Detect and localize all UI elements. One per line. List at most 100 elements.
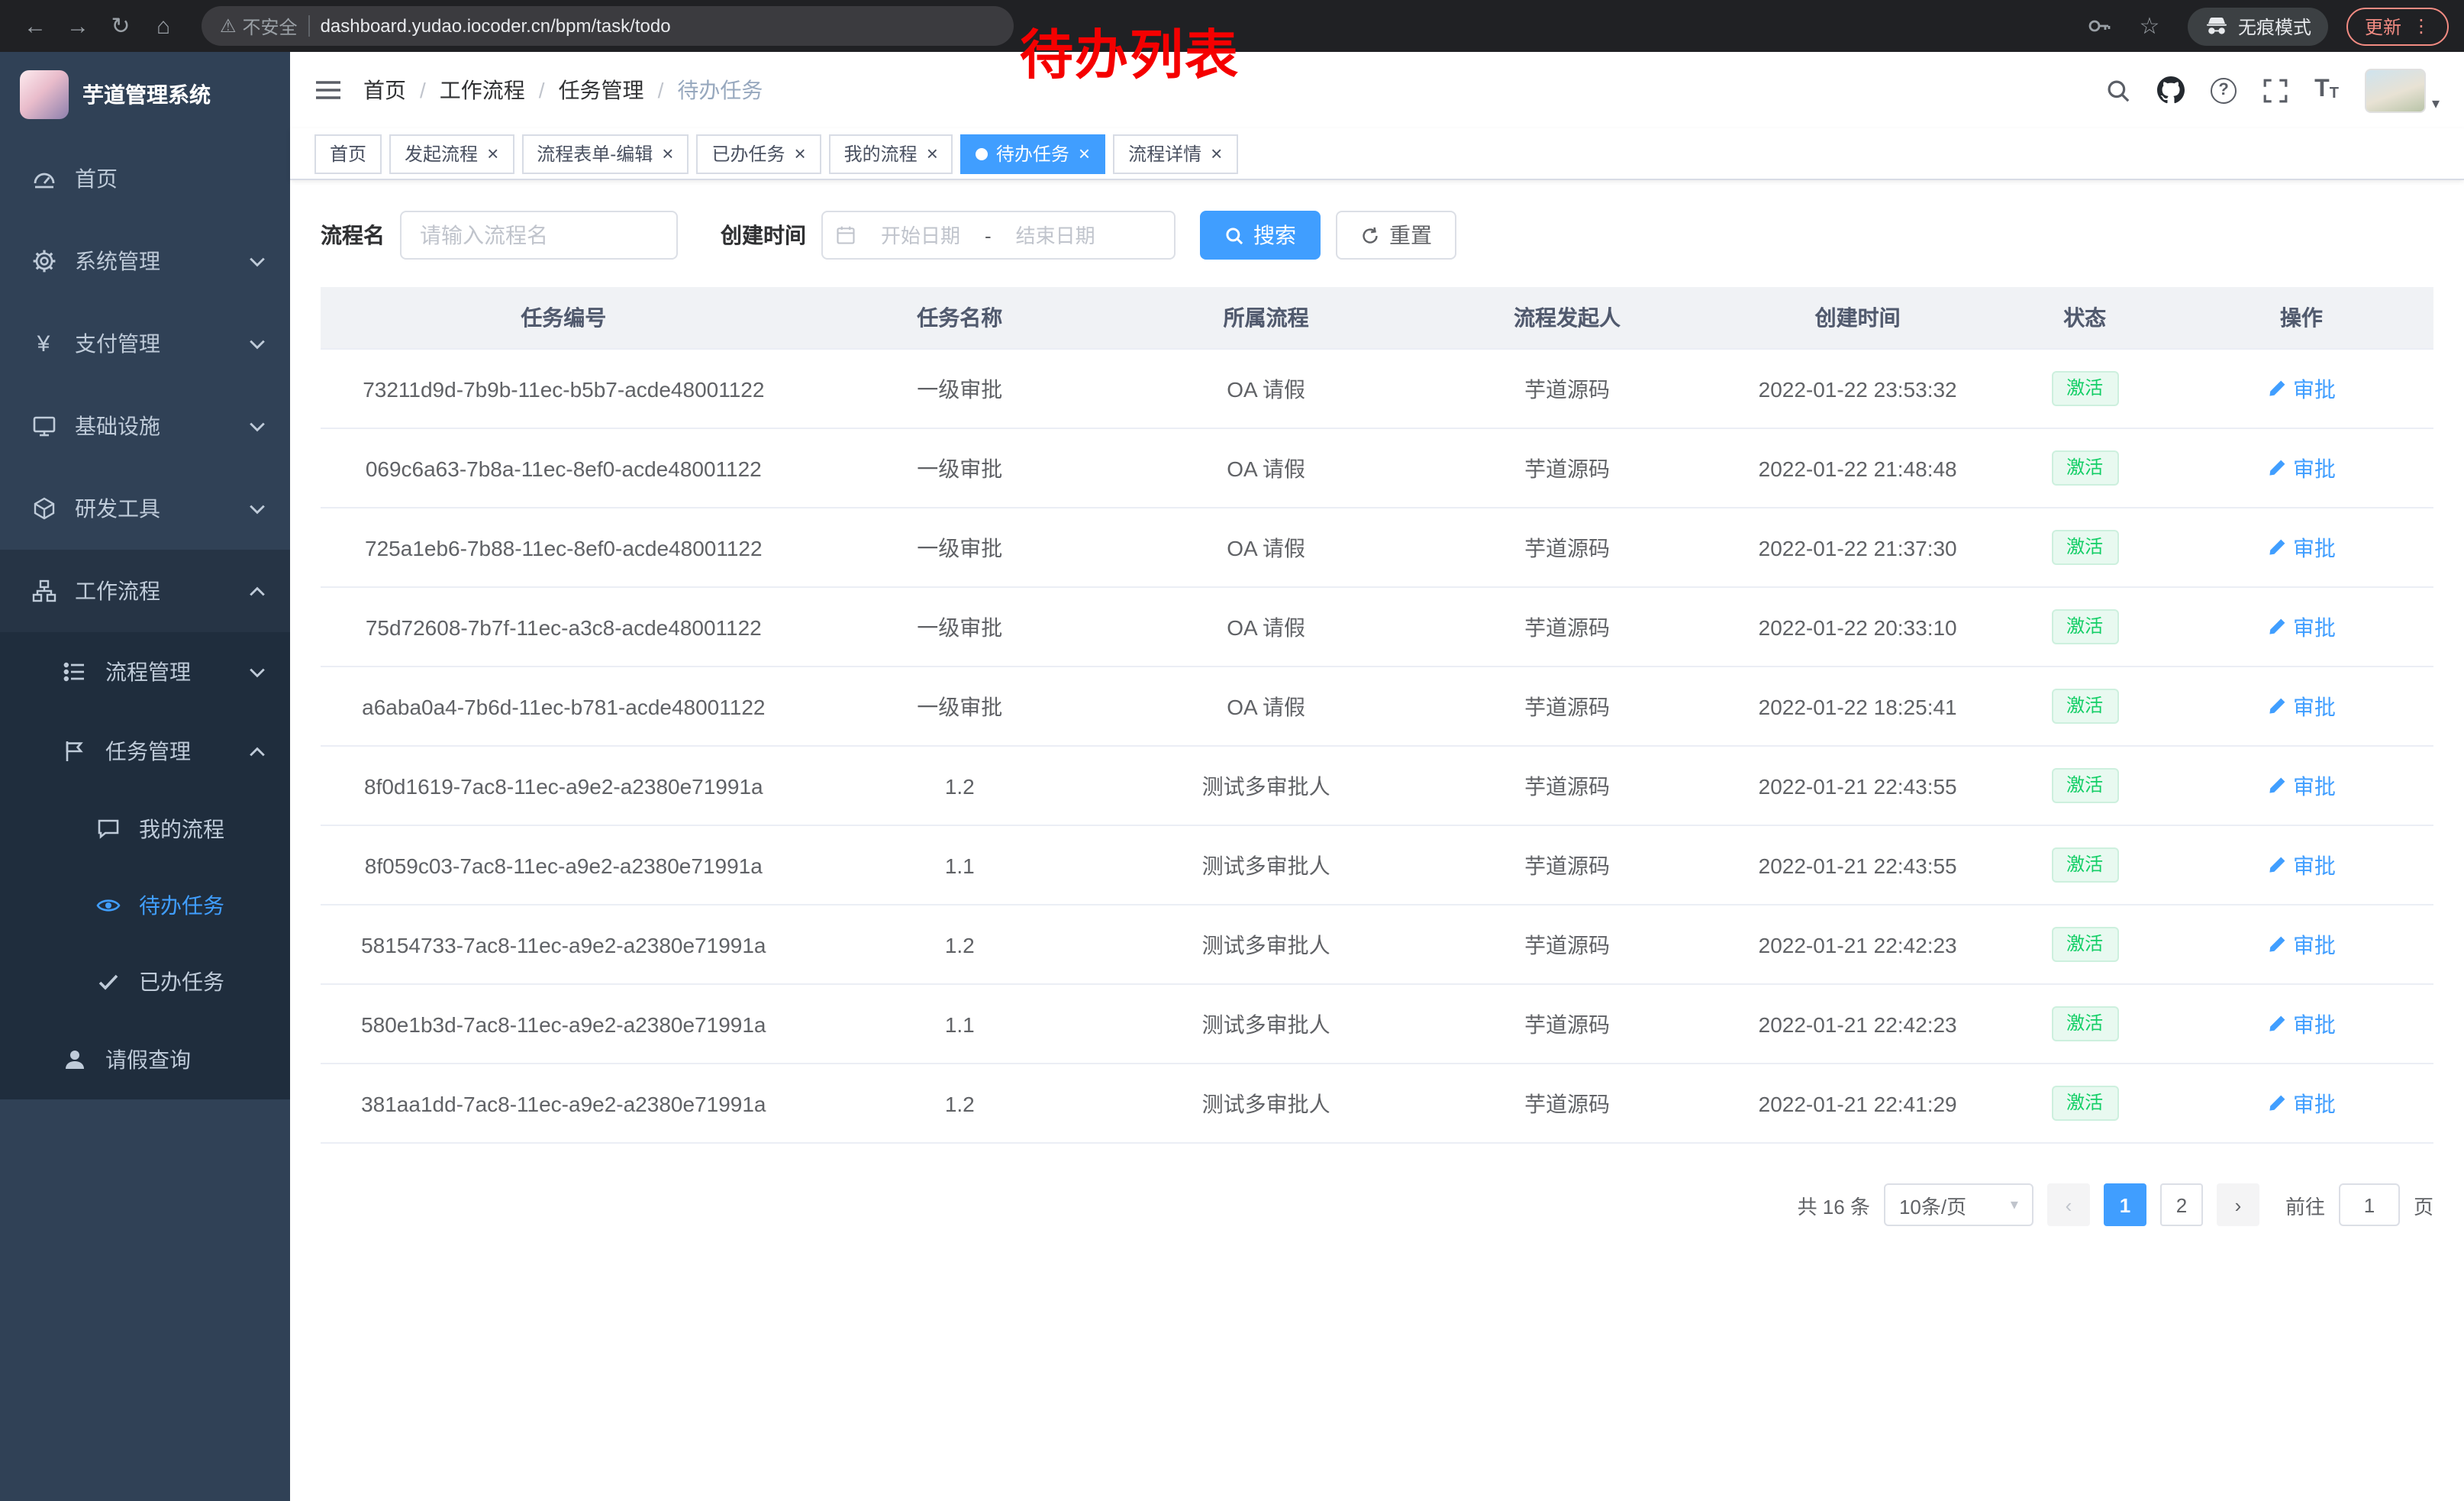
initiator-cell: 芋道源码 xyxy=(1419,905,1715,984)
approve-link[interactable]: 审批 xyxy=(2267,453,2336,483)
tab-process-detail[interactable]: 流程详情 × xyxy=(1113,134,1237,173)
status-cell: 激活 xyxy=(2000,667,2169,746)
reset-button[interactable]: 重置 xyxy=(1336,211,1456,260)
prev-page-button[interactable]: ‹ xyxy=(2047,1183,2090,1226)
bookmark-star-icon[interactable]: ☆ xyxy=(2130,6,2169,46)
browser-update-button[interactable]: 更新 ⋮ xyxy=(2346,7,2449,45)
sidebar-item-system[interactable]: 系统管理 xyxy=(0,220,290,302)
action-cell: 审批 xyxy=(2169,905,2433,984)
key-icon[interactable] xyxy=(2087,14,2111,38)
fullscreen-icon[interactable] xyxy=(2262,77,2288,103)
approve-link[interactable]: 审批 xyxy=(2267,1009,2336,1039)
tab-process-form-edit[interactable]: 流程表单-编辑 × xyxy=(521,134,689,173)
back-icon[interactable]: ← xyxy=(15,6,55,46)
initiator-cell: 芋道源码 xyxy=(1419,825,1715,905)
search-button[interactable]: 搜索 xyxy=(1200,211,1321,260)
approve-link[interactable]: 审批 xyxy=(2267,850,2336,880)
tab-home[interactable]: 首页 xyxy=(314,134,382,173)
sidebar-item-done-task[interactable]: 已办任务 xyxy=(0,944,290,1020)
table-row[interactable]: a6aba0a4-7b6d-11ec-b781-acde48001122 一级审… xyxy=(321,667,2433,746)
close-icon[interactable]: × xyxy=(662,144,673,163)
sidebar-item-home[interactable]: 首页 xyxy=(0,137,290,220)
close-icon[interactable]: × xyxy=(1079,144,1090,163)
app-title: 芋道管理系统 xyxy=(82,79,211,110)
home-icon[interactable]: ⌂ xyxy=(144,6,183,46)
page-size-select[interactable]: 10条/页 ▾ xyxy=(1884,1183,2033,1226)
close-icon[interactable]: × xyxy=(487,144,498,163)
close-icon[interactable]: × xyxy=(794,144,805,163)
table-row[interactable]: 58154733-7ac8-11ec-a9e2-a2380e71991a 1.2… xyxy=(321,905,2433,984)
font-size-icon[interactable]: TT xyxy=(2314,78,2339,102)
process-name-input[interactable] xyxy=(400,211,678,260)
sidebar-item-dev-tools[interactable]: 研发工具 xyxy=(0,467,290,550)
page-button-1[interactable]: 1 xyxy=(2104,1183,2146,1226)
person-icon xyxy=(61,1047,87,1073)
github-icon[interactable] xyxy=(2157,76,2185,104)
breadcrumb-item-home[interactable]: 首页 xyxy=(363,75,406,105)
approve-link[interactable]: 审批 xyxy=(2267,1088,2336,1118)
page-button-2[interactable]: 2 xyxy=(2160,1183,2203,1226)
sidebar-item-process-management[interactable]: 流程管理 xyxy=(0,632,290,712)
next-page-button[interactable]: › xyxy=(2217,1183,2259,1226)
sidebar-item-task-management[interactable]: 任务管理 xyxy=(0,712,290,791)
initiator-cell: 芋道源码 xyxy=(1419,1064,1715,1143)
initiator-cell: 芋道源码 xyxy=(1419,984,1715,1064)
create-time-cell: 2022-01-22 20:33:10 xyxy=(1715,587,2001,667)
sidebar-item-payment[interactable]: ¥ 支付管理 xyxy=(0,302,290,385)
breadcrumb-item-task-management[interactable]: 任务管理 xyxy=(559,75,644,105)
forward-icon[interactable]: → xyxy=(58,6,98,46)
approve-link[interactable]: 审批 xyxy=(2267,532,2336,563)
end-date-input[interactable] xyxy=(995,224,1117,247)
table-row[interactable]: 069c6a63-7b8a-11ec-8ef0-acde48001122 一级审… xyxy=(321,428,2433,508)
create-time-cell: 2022-01-22 18:25:41 xyxy=(1715,667,2001,746)
reload-icon[interactable]: ↻ xyxy=(101,6,140,46)
sidebar-item-leave-query[interactable]: 请假查询 xyxy=(0,1020,290,1099)
table-row[interactable]: 725a1eb6-7b88-11ec-8ef0-acde48001122 一级审… xyxy=(321,508,2433,587)
approve-link[interactable]: 审批 xyxy=(2267,770,2336,801)
approve-link[interactable]: 审批 xyxy=(2267,929,2336,960)
sidebar-item-workflow[interactable]: 工作流程 xyxy=(0,550,290,632)
dashboard-icon xyxy=(31,166,56,192)
help-icon[interactable]: ? xyxy=(2211,77,2237,103)
breadcrumb-item-workflow[interactable]: 工作流程 xyxy=(440,75,525,105)
address-bar[interactable]: ⚠ 不安全 dashboard.yudao.iocoder.cn/bpm/tas… xyxy=(202,6,1014,46)
tab-my-process[interactable]: 我的流程 × xyxy=(829,134,953,173)
sidebar-logo[interactable]: 芋道管理系统 xyxy=(0,52,290,137)
search-icon[interactable] xyxy=(2105,77,2131,103)
table-row[interactable]: 73211d9d-7b9b-11ec-b5b7-acde48001122 一级审… xyxy=(321,349,2433,428)
sidebar-collapse-icon[interactable] xyxy=(314,78,342,102)
start-date-input[interactable] xyxy=(859,224,982,247)
user-menu[interactable]: ▾ xyxy=(2365,68,2440,112)
initiator-cell: 芋道源码 xyxy=(1419,587,1715,667)
approve-link[interactable]: 审批 xyxy=(2267,373,2336,404)
task-name-cell: 1.2 xyxy=(807,905,1113,984)
table-row[interactable]: 75d72608-7b7f-11ec-a3c8-acde48001122 一级审… xyxy=(321,587,2433,667)
goto-page-input[interactable] xyxy=(2339,1183,2400,1226)
approve-link[interactable]: 审批 xyxy=(2267,691,2336,721)
status-cell: 激活 xyxy=(2000,428,2169,508)
table-row[interactable]: 8f0d1619-7ac8-11ec-a9e2-a2380e71991a 1.2… xyxy=(321,746,2433,825)
sidebar-item-my-process[interactable]: 我的流程 xyxy=(0,791,290,867)
close-icon[interactable]: × xyxy=(1211,144,1222,163)
security-warning[interactable]: ⚠ 不安全 xyxy=(220,13,298,39)
tab-start-process[interactable]: 发起流程 × xyxy=(389,134,514,173)
sidebar-item-todo-task[interactable]: 待办任务 xyxy=(0,867,290,944)
page-url[interactable]: dashboard.yudao.iocoder.cn/bpm/task/todo xyxy=(321,15,671,37)
approve-link[interactable]: 审批 xyxy=(2267,612,2336,642)
user-avatar[interactable] xyxy=(2365,68,2426,112)
table-row[interactable]: 8f059c03-7ac8-11ec-a9e2-a2380e71991a 1.1… xyxy=(321,825,2433,905)
chevron-down-icon xyxy=(249,667,266,677)
task-name-cell: 一级审批 xyxy=(807,508,1113,587)
update-label: 更新 xyxy=(2365,13,2401,39)
tab-done-task[interactable]: 已办任务 × xyxy=(696,134,821,173)
task-id-cell: a6aba0a4-7b6d-11ec-b781-acde48001122 xyxy=(321,667,807,746)
browser-menu-icon[interactable]: ⋮ xyxy=(2412,15,2430,37)
create-time-cell: 2022-01-22 21:48:48 xyxy=(1715,428,2001,508)
table-row[interactable]: 381aa1dd-7ac8-11ec-a9e2-a2380e71991a 1.2… xyxy=(321,1064,2433,1143)
close-icon[interactable]: × xyxy=(927,144,938,163)
sidebar-item-infra[interactable]: 基础设施 xyxy=(0,385,290,467)
table-row[interactable]: 580e1b3d-7ac8-11ec-a9e2-a2380e71991a 1.1… xyxy=(321,984,2433,1064)
edit-icon xyxy=(2267,934,2287,954)
date-range-picker[interactable]: - xyxy=(821,211,1176,260)
tab-todo-task[interactable]: 待办任务 × xyxy=(961,134,1105,173)
